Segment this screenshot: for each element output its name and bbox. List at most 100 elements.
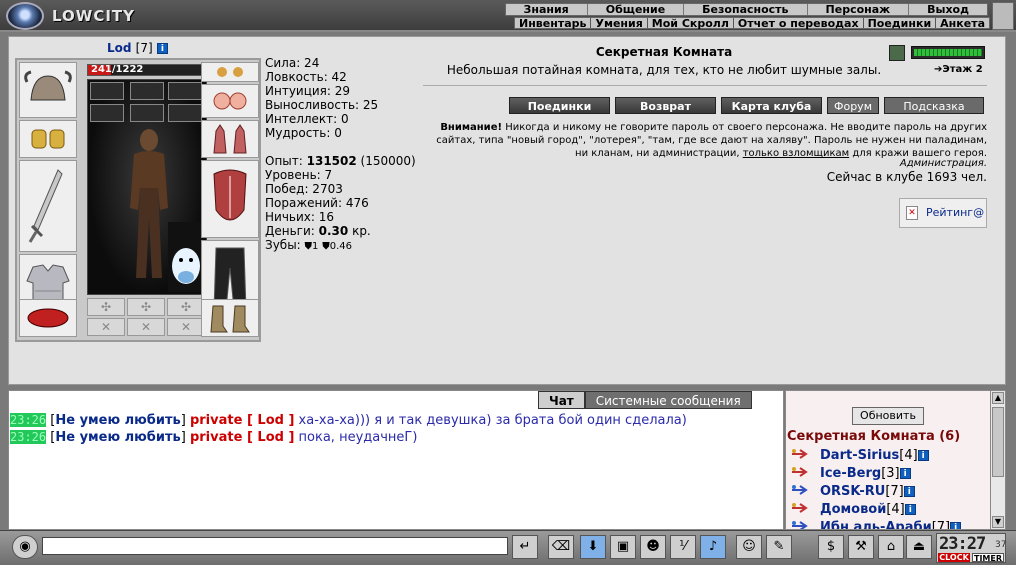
submenu-inventory[interactable]: Инвентарь	[515, 18, 592, 29]
chat-private-tag[interactable]: private [ Lod ]	[190, 413, 294, 428]
submenu-skills[interactable]: Умения	[591, 18, 648, 29]
helmet-slot[interactable]	[19, 62, 77, 118]
earrings-slot[interactable]	[201, 62, 259, 82]
forum-button[interactable]: Форум	[827, 97, 879, 114]
floor-link[interactable]: ➔Этаж 2	[934, 64, 983, 75]
user-name[interactable]: Ибн аль-Араби	[820, 520, 932, 529]
menu-knowledge[interactable]: Знания	[506, 4, 588, 16]
user-name[interactable]: ORSK-RU	[820, 484, 885, 499]
buff-icon[interactable]	[130, 82, 164, 100]
submenu-profile[interactable]: Анкета	[936, 18, 989, 29]
list-item[interactable]: Домовой[4] i	[790, 501, 961, 519]
info-icon[interactable]: i	[904, 504, 916, 515]
scroll-down-icon[interactable]: ▼	[992, 516, 1004, 528]
clear-chat-icon[interactable]: ✎	[766, 535, 792, 559]
sound-icon[interactable]: ♪	[700, 535, 726, 559]
chat-nick[interactable]: Не умею любить	[55, 413, 180, 428]
exit-icon[interactable]: ⏏	[906, 535, 932, 559]
buff-icon[interactable]	[90, 104, 124, 122]
character-name[interactable]: Lod [7] i	[107, 41, 168, 55]
submenu-fights[interactable]: Поединки	[864, 18, 937, 29]
menu-security[interactable]: Безопасность	[684, 4, 808, 16]
menu-character[interactable]: Персонаж	[808, 4, 910, 16]
tab-chat[interactable]: Чат	[538, 391, 585, 409]
scroll-thumb[interactable]	[992, 407, 1004, 477]
scroll-up-icon[interactable]: ▲	[992, 392, 1004, 404]
warning-lead: Внимание!	[440, 122, 503, 133]
smiles-icon[interactable]: ☺	[736, 535, 762, 559]
save-log-icon[interactable]: ▣	[610, 535, 636, 559]
ring-slot-1[interactable]: ✣	[87, 298, 125, 316]
broken-image-icon: ✕	[906, 206, 918, 220]
character-nick[interactable]: Lod	[107, 41, 131, 55]
buff-icon[interactable]	[168, 82, 202, 100]
attack-icon[interactable]	[790, 502, 810, 514]
chat-timestamp[interactable]: 23:26	[10, 430, 47, 444]
list-item[interactable]: Ice-Berg[3] i	[790, 465, 961, 483]
chat-input[interactable]	[42, 537, 508, 555]
character-portrait[interactable]	[87, 79, 207, 295]
list-item[interactable]: Ибн аль-Араби[7] i	[790, 519, 962, 529]
buff-icon[interactable]	[90, 82, 124, 100]
rune-slot-2[interactable]: ✕	[127, 318, 165, 336]
chat-mode-icon[interactable]: ◉	[12, 535, 38, 559]
inventory-icon[interactable]: ⌂	[878, 535, 904, 559]
filter-icon[interactable]: ⬇	[580, 535, 606, 559]
chat-timestamp[interactable]: 23:26	[10, 413, 47, 427]
submenu-transfers[interactable]: Отчет о переводах	[734, 18, 864, 29]
clock-tab[interactable]: CLOCK	[938, 553, 970, 562]
list-item[interactable]: ORSK-RU[7] i	[790, 483, 961, 501]
chat-nick[interactable]: Не умею любить	[55, 430, 180, 445]
buff-icon[interactable]	[130, 104, 164, 122]
hint-button[interactable]: Подсказка	[884, 97, 984, 114]
rating-widget[interactable]: ✕ Рейтинг@	[899, 198, 987, 228]
boots-slot[interactable]	[201, 299, 259, 337]
money-bag-icon[interactable]: $	[818, 535, 844, 559]
rune-slot-1[interactable]: ✕	[87, 318, 125, 336]
tab-system-messages[interactable]: Системные сообщения	[584, 391, 752, 409]
info-icon[interactable]: i	[903, 486, 915, 497]
rating-label[interactable]: Рейтинг@	[926, 206, 984, 219]
shield-slot[interactable]	[201, 160, 259, 238]
list-item[interactable]: Dart-Sirius[4] i	[790, 447, 961, 465]
timer-tab[interactable]: TIMER	[972, 553, 1004, 563]
info-icon[interactable]: i	[156, 43, 168, 54]
chat-private-tag[interactable]: private [ Lod ]	[190, 430, 294, 445]
attack-icon[interactable]	[790, 520, 810, 529]
attack-icon[interactable]	[790, 448, 810, 460]
ring-slot-3[interactable]: ✣	[167, 298, 205, 316]
eraser-icon[interactable]: ⌫	[548, 535, 574, 559]
amulet-slot[interactable]	[201, 84, 259, 118]
weapon-slot[interactable]	[19, 160, 77, 252]
return-button[interactable]: Возврат	[615, 97, 716, 114]
user-name[interactable]: Домовой	[820, 502, 886, 517]
warning-link[interactable]: только взломщикам	[743, 148, 849, 159]
menu-exit[interactable]: Выход	[909, 4, 987, 16]
user-name[interactable]: Ice-Berg	[820, 466, 881, 481]
belt-slot[interactable]	[19, 299, 77, 337]
info-icon[interactable]: i	[950, 522, 962, 529]
buff-icon[interactable]	[168, 104, 202, 122]
chat-log: 23:26 [Не умею любить] private [ Lod ] х…	[10, 412, 687, 446]
fights-button[interactable]: Поединки	[509, 97, 610, 114]
window-resize-handle[interactable]	[992, 2, 1014, 30]
user-list-scrollbar[interactable]: ▲ ▼	[990, 390, 1006, 530]
user-name[interactable]: Dart-Sirius	[820, 448, 899, 463]
submenu-my-scroll[interactable]: Мой Скролл	[648, 18, 734, 29]
pet-slot[interactable]	[168, 222, 204, 292]
trade-icon[interactable]: ⚒	[848, 535, 874, 559]
gloves-slot[interactable]	[201, 120, 259, 158]
info-icon[interactable]: i	[899, 468, 911, 479]
attack-icon[interactable]	[790, 484, 810, 496]
ring-slot-2[interactable]: ✣	[127, 298, 165, 316]
club-map-button[interactable]: Карта клуба	[721, 97, 822, 114]
send-icon[interactable]: ↵	[512, 535, 538, 559]
info-icon[interactable]: i	[917, 450, 929, 461]
menu-communication[interactable]: Общение	[588, 4, 685, 16]
rune-slot-3[interactable]: ✕	[167, 318, 205, 336]
attack-icon[interactable]	[790, 466, 810, 478]
bracers-slot[interactable]	[19, 120, 77, 158]
smiley-run-icon[interactable]: ☻	[640, 535, 666, 559]
translit-icon[interactable]: ⅟	[670, 535, 696, 559]
refresh-button[interactable]: Обновить	[852, 407, 924, 425]
